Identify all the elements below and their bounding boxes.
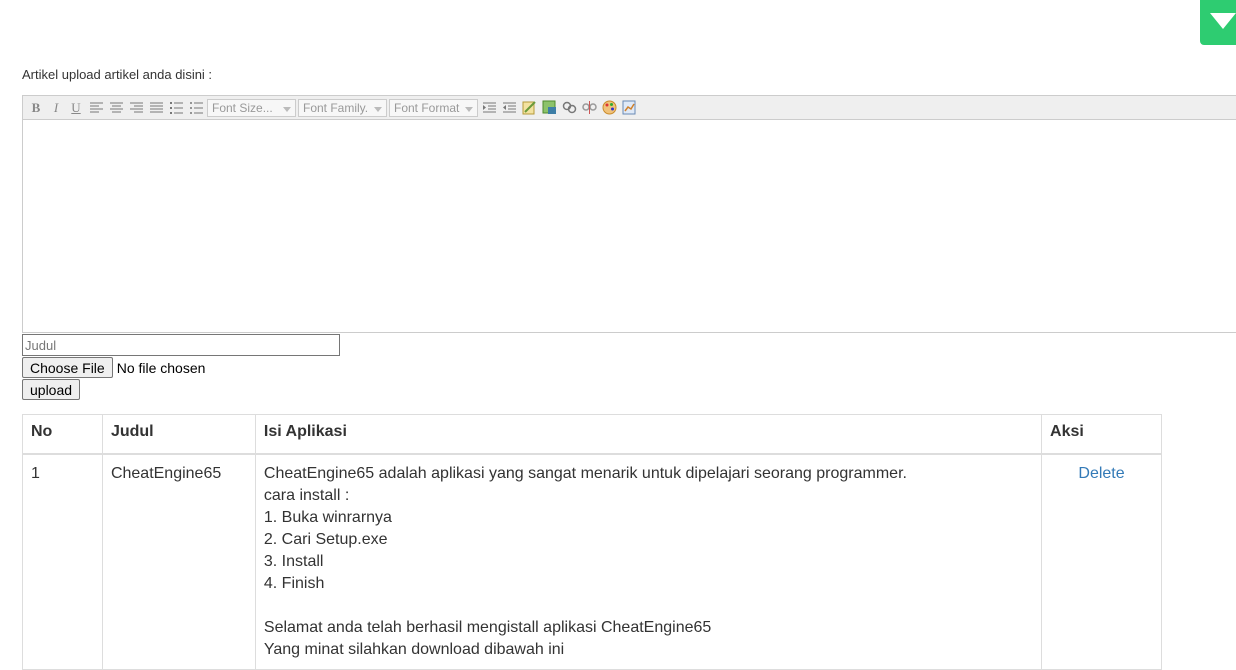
cell-aksi: Delete — [1041, 453, 1162, 670]
cell-no: 1 — [22, 453, 103, 670]
header-isi-aplikasi: Isi Aplikasi — [254, 414, 1043, 455]
outdent-icon[interactable] — [500, 99, 518, 117]
table-header-row: No Judul Isi Aplikasi Aksi — [22, 414, 1162, 455]
intro-label: Artikel upload artikel anda disini : — [22, 67, 213, 82]
rich-text-editor: B I U Font Size... Font Family. Font For… — [22, 95, 1236, 333]
unlink-icon[interactable] — [580, 99, 598, 117]
align-left-icon[interactable] — [87, 99, 105, 117]
chevron-down-icon — [374, 106, 382, 112]
isi-line: Yang minat silahkan download dibawah ini — [263, 641, 565, 658]
bold-button[interactable]: B — [27, 99, 45, 117]
delete-link[interactable]: Delete — [1078, 465, 1124, 482]
header-aksi: Aksi — [1041, 414, 1162, 455]
insert-image-icon[interactable] — [540, 99, 558, 117]
color-palette-icon[interactable] — [600, 99, 618, 117]
editor-content-area[interactable] — [23, 120, 1236, 332]
isi-line: 1. Buka winrarnya — [263, 509, 392, 526]
align-center-icon[interactable] — [107, 99, 125, 117]
underline-button[interactable]: U — [67, 99, 85, 117]
font-family-label: Font Family. — [303, 100, 369, 115]
font-size-select[interactable]: Font Size... — [207, 98, 296, 117]
cell-isi-aplikasi: CheatEngine65 adalah aplikasi yang sanga… — [254, 453, 1043, 670]
isi-line: 3. Install — [263, 553, 324, 570]
file-picker: Choose File No file chosen — [22, 357, 205, 378]
align-right-icon[interactable] — [127, 99, 145, 117]
file-status-text: No file chosen — [116, 359, 206, 376]
edit-html-icon[interactable] — [520, 99, 538, 117]
choose-file-button[interactable]: Choose File — [22, 357, 113, 378]
header-judul: Judul — [101, 414, 256, 455]
font-format-select[interactable]: Font Format — [389, 98, 478, 117]
align-justify-icon[interactable] — [147, 99, 165, 117]
isi-line: 2. Cari Setup.exe — [263, 531, 388, 548]
collapse-toggle-button[interactable] — [1200, 0, 1236, 45]
link-icon[interactable] — [560, 99, 578, 117]
isi-line: CheatEngine65 adalah aplikasi yang sanga… — [263, 465, 907, 482]
triangle-down-icon — [1210, 13, 1236, 29]
ordered-list-icon[interactable] — [167, 99, 185, 117]
cell-judul: CheatEngine65 — [101, 453, 256, 670]
articles-table: No Judul Isi Aplikasi Aksi 1 CheatEngine… — [22, 414, 1162, 670]
isi-line: 4. Finish — [263, 575, 325, 592]
editor-toolbar: B I U Font Size... Font Family. Font For… — [23, 96, 1236, 120]
unordered-list-icon[interactable] — [187, 99, 205, 117]
font-format-label: Font Format — [394, 100, 460, 115]
table-row: 1 CheatEngine65 CheatEngine65 adalah apl… — [22, 453, 1162, 670]
upload-button[interactable]: upload — [22, 379, 81, 400]
indent-icon[interactable] — [480, 99, 498, 117]
header-no: No — [22, 414, 103, 455]
isi-line: cara install : — [263, 487, 350, 504]
font-size-label: Font Size... — [212, 100, 273, 115]
font-family-select[interactable]: Font Family. — [298, 98, 387, 117]
isi-line — [264, 595, 1033, 617]
italic-button[interactable]: I — [47, 99, 65, 117]
title-input[interactable] — [22, 334, 340, 356]
html-source-icon[interactable] — [620, 99, 638, 117]
isi-line: Selamat anda telah berhasil mengistall a… — [263, 619, 712, 636]
chevron-down-icon — [465, 106, 473, 112]
chevron-down-icon — [283, 106, 291, 112]
